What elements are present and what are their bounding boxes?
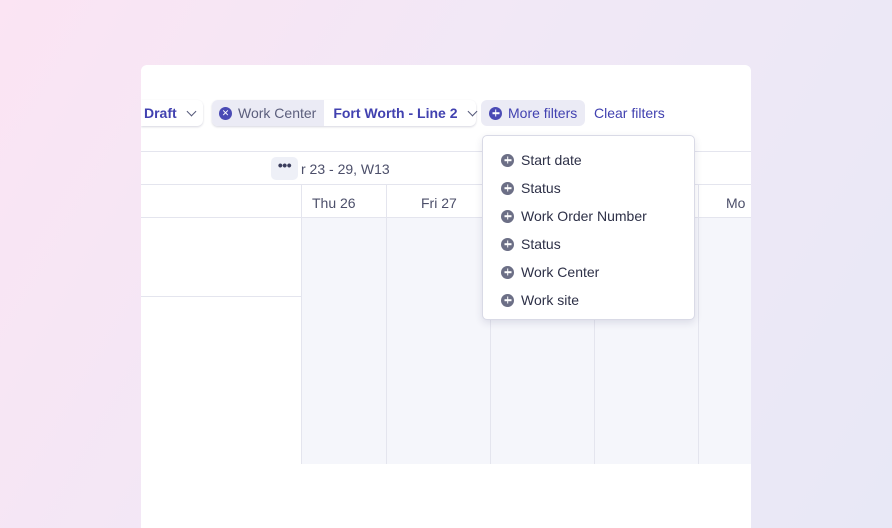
divider bbox=[141, 296, 301, 297]
filter-option-status[interactable]: Status bbox=[483, 174, 694, 202]
plus-circle-icon bbox=[489, 106, 502, 120]
column-divider bbox=[698, 184, 699, 464]
plus-circle-icon bbox=[501, 181, 514, 195]
clear-filters-link[interactable]: Clear filters bbox=[594, 100, 665, 126]
work-center-filter-label: Work Center bbox=[238, 105, 317, 121]
work-center-filter-value: Fort Worth - Line 2 bbox=[333, 105, 458, 121]
filter-option-work-site[interactable]: Work site bbox=[483, 286, 694, 314]
day-header-mon: Mo bbox=[726, 195, 746, 211]
filter-option-label: Status bbox=[521, 180, 561, 196]
column-divider bbox=[386, 184, 387, 464]
filter-option-label: Work Order Number bbox=[521, 208, 647, 224]
more-options-button[interactable]: ••• bbox=[271, 157, 298, 180]
chevron-down-icon bbox=[467, 106, 477, 116]
plus-circle-icon bbox=[501, 293, 514, 307]
work-center-filter-chip[interactable]: ✕ Work Center Fort Worth - Line 2 bbox=[212, 100, 477, 126]
work-center-filter-value-wrap[interactable]: Fort Worth - Line 2 bbox=[324, 105, 477, 121]
filter-option-work-order-number[interactable]: Work Order Number bbox=[483, 202, 694, 230]
chevron-down-icon bbox=[186, 106, 197, 116]
filter-option-work-center[interactable]: Work Center bbox=[483, 258, 694, 286]
filter-option-label: Status bbox=[521, 236, 561, 252]
filter-option-label: Work site bbox=[521, 292, 580, 308]
filter-option-label: Work Center bbox=[521, 264, 600, 280]
week-range-label: r 23 - 29, W13 bbox=[301, 161, 390, 177]
day-header-thu: Thu 26 bbox=[312, 195, 356, 211]
filter-option-label: Start date bbox=[521, 152, 582, 168]
filter-option-start-date[interactable]: Start date bbox=[483, 146, 694, 174]
plus-circle-icon bbox=[501, 237, 514, 251]
remove-filter-icon[interactable]: ✕ bbox=[219, 106, 232, 120]
more-filters-button[interactable]: More filters bbox=[481, 100, 585, 126]
work-center-filter-key: ✕ Work Center bbox=[212, 100, 325, 126]
plus-circle-icon bbox=[501, 153, 514, 167]
status-filter-value: Draft bbox=[144, 105, 177, 121]
filter-option-status-2[interactable]: Status bbox=[483, 230, 694, 258]
day-header-fri: Fri 27 bbox=[421, 195, 457, 211]
more-filters-label: More filters bbox=[508, 105, 578, 121]
status-filter-chip[interactable]: Draft bbox=[141, 100, 203, 126]
plus-circle-icon bbox=[501, 265, 514, 279]
more-filters-dropdown: Start date Status Work Order Number Stat… bbox=[482, 135, 695, 320]
column-divider bbox=[301, 184, 302, 464]
plus-circle-icon bbox=[501, 209, 514, 223]
